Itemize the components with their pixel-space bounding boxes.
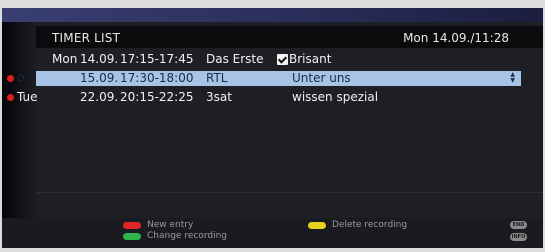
new-entry-label: New entry bbox=[147, 220, 194, 230]
info-key-icon[interactable]: INFO bbox=[510, 233, 527, 241]
timer-channel: Das Erste bbox=[206, 52, 264, 66]
timer-channel: RTL bbox=[206, 71, 228, 85]
timer-date: 14.09. bbox=[80, 52, 119, 66]
date-time: Mon 14.09./11:28 bbox=[403, 31, 509, 45]
timer-row[interactable]: Tue 22.09. 20:15-22:25 3sat wissen spezi… bbox=[7, 90, 521, 105]
delete-recording-label: Delete recording bbox=[332, 220, 408, 230]
tv-screen: TIMER LIST Mon 14.09./11:28 Mon 14.09. 1… bbox=[2, 8, 543, 248]
timer-date: 15.09. bbox=[80, 71, 119, 85]
left-shade bbox=[2, 22, 36, 218]
green-key-icon[interactable] bbox=[123, 233, 141, 240]
repeat-icon: ⟳ bbox=[17, 72, 27, 85]
timer-day: Tue bbox=[17, 90, 38, 104]
timer-program: Unter uns bbox=[292, 71, 351, 85]
header-bar: TIMER LIST Mon 14.09./11:28 bbox=[36, 26, 543, 48]
timer-list-panel: TIMER LIST Mon 14.09./11:28 Mon 14.09. 1… bbox=[7, 22, 543, 218]
page-title: TIMER LIST bbox=[52, 31, 121, 45]
checkbox-checked-icon[interactable] bbox=[277, 54, 288, 65]
timer-time: 17:15-17:45 bbox=[120, 52, 194, 66]
red-key-icon[interactable] bbox=[123, 222, 141, 229]
timer-day: Mon bbox=[52, 52, 78, 66]
timer-time: 20:15-22:25 bbox=[120, 90, 194, 104]
timer-channel: 3sat bbox=[206, 90, 232, 104]
change-recording-label: Change recording bbox=[147, 231, 227, 241]
record-dot-icon bbox=[7, 75, 14, 82]
timer-row[interactable]: Mon 14.09. 17:15-17:45 Das Erste Brisant bbox=[36, 52, 521, 67]
timer-time: 17:30-18:00 bbox=[120, 71, 194, 85]
timer-program: wissen spezial bbox=[292, 90, 379, 104]
record-dot-icon bbox=[7, 94, 14, 101]
timer-row-selected[interactable]: ⟳ 15.09. 17:30-18:00 RTL Unter uns ▲ ▼ bbox=[7, 71, 521, 86]
timer-date: 22.09. bbox=[80, 90, 119, 104]
end-key-icon[interactable]: END bbox=[510, 221, 527, 229]
top-strip bbox=[2, 8, 543, 22]
footer-bar: New entry Change recording Delete record… bbox=[2, 218, 543, 248]
up-down-arrows-icon[interactable]: ▲ ▼ bbox=[510, 72, 515, 84]
timer-program: Brisant bbox=[289, 52, 332, 66]
yellow-key-icon[interactable] bbox=[308, 222, 326, 229]
list-divider bbox=[36, 192, 543, 193]
